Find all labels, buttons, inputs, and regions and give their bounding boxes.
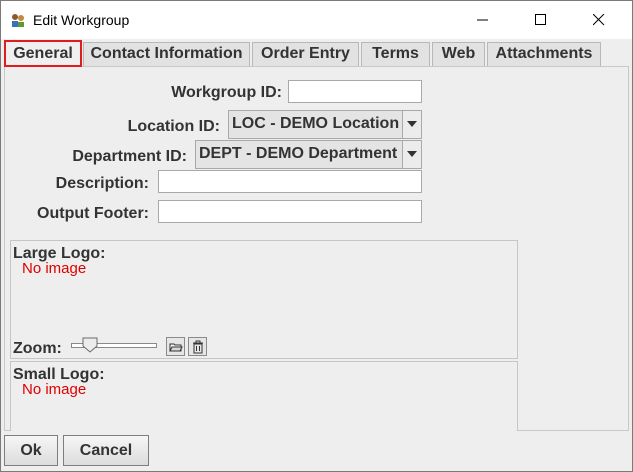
large-logo-placeholder: No image — [22, 260, 87, 277]
output-footer-input[interactable] — [158, 200, 422, 223]
tab-web[interactable]: Web — [432, 42, 485, 66]
tab-strip: General Contact Information Order Entry … — [1, 39, 632, 67]
workgroup-id-input[interactable] — [288, 80, 422, 103]
button-bar: Ok Cancel — [1, 431, 632, 471]
description-label: Description: — [55, 175, 149, 192]
location-dropdown-button[interactable] — [402, 111, 421, 138]
ok-button[interactable]: Ok — [4, 435, 58, 466]
description-input[interactable] — [158, 170, 422, 193]
title-bar: Edit Workgroup — [1, 1, 632, 39]
location-id-select[interactable]: LOC - DEMO Location — [228, 110, 422, 139]
chevron-down-icon — [407, 121, 417, 127]
open-folder-icon — [169, 343, 183, 352]
cancel-button[interactable]: Cancel — [63, 435, 149, 466]
large-logo-panel: Large Logo: No image Zoom: — [10, 240, 518, 359]
department-id-select[interactable]: DEPT - DEMO Department — [195, 140, 422, 169]
small-logo-panel: Small Logo: No image — [10, 361, 518, 431]
tab-order-entry[interactable]: Order Entry — [252, 42, 359, 66]
minimize-icon — [477, 19, 488, 21]
location-id-label: Location ID: — [127, 118, 220, 135]
tab-contact-information[interactable]: Contact Information — [83, 42, 250, 66]
maximize-icon — [535, 14, 546, 25]
chevron-down-icon — [407, 151, 417, 157]
department-dropdown-button[interactable] — [402, 141, 421, 168]
output-footer-label: Output Footer: — [37, 205, 149, 222]
zoom-slider-thumb[interactable] — [82, 337, 98, 353]
tab-attachments[interactable]: Attachments — [487, 42, 601, 66]
zoom-label: Zoom: — [13, 340, 62, 357]
trash-icon — [193, 340, 203, 354]
maximize-button[interactable] — [518, 1, 564, 39]
department-id-value: DEPT - DEMO Department — [199, 145, 398, 162]
open-logo-button[interactable] — [166, 337, 185, 356]
delete-logo-button[interactable] — [188, 337, 207, 356]
workgroup-app-icon — [10, 12, 26, 28]
workgroup-id-label: Workgroup ID: — [171, 84, 282, 101]
edit-workgroup-window: Edit Workgroup General Contact Informati… — [0, 0, 633, 472]
small-logo-placeholder: No image — [22, 381, 87, 398]
department-id-label: Department ID: — [72, 148, 187, 165]
minimize-button[interactable] — [460, 1, 506, 39]
tab-terms[interactable]: Terms — [361, 42, 430, 66]
general-tab-panel: Workgroup ID: Location ID: LOC - DEMO Lo… — [4, 66, 629, 431]
window-title: Edit Workgroup — [33, 12, 130, 28]
tab-general[interactable]: General — [4, 40, 82, 67]
close-icon — [593, 14, 605, 26]
location-id-value: LOC - DEMO Location — [232, 115, 400, 132]
close-button[interactable] — [576, 1, 622, 39]
